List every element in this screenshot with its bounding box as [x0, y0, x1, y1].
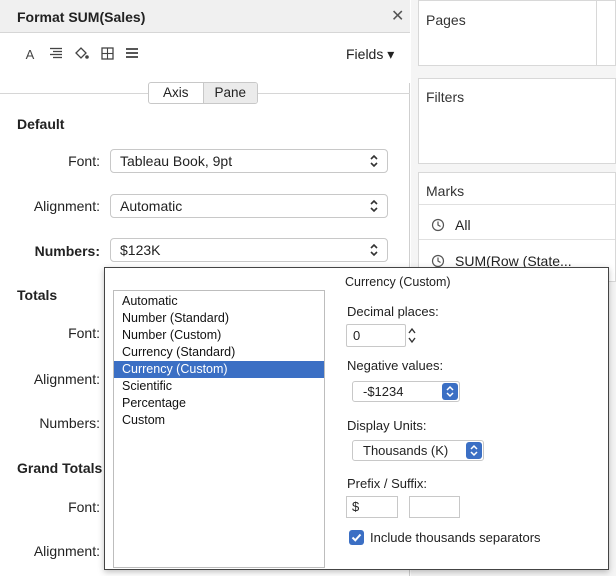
select-arrows-icon [370, 243, 378, 257]
filters-shelf-title: Filters [426, 89, 465, 105]
default-font-label: Font: [68, 153, 100, 169]
marks-divider [419, 239, 615, 240]
shading-format-icon[interactable] [73, 47, 89, 63]
grand-totals-font-label: Font: [68, 499, 100, 515]
decimal-stepper-icon[interactable] [406, 324, 418, 347]
format-option-scientific[interactable]: Scientific [114, 378, 324, 395]
marks-card-title: Marks [426, 183, 465, 199]
negative-values-label: Negative values: [347, 358, 444, 373]
decimal-places-input[interactable]: 0 [346, 324, 406, 347]
prefix-input[interactable]: $ [346, 496, 398, 518]
default-alignment-select[interactable]: Automatic [110, 194, 388, 218]
close-icon[interactable]: ✕ [391, 6, 404, 26]
lines-format-icon[interactable] [124, 47, 140, 62]
display-units-value: Thousands (K) [363, 443, 449, 458]
grand-totals-alignment-label: Alignment: [33, 543, 100, 559]
tab-axis[interactable]: Axis [149, 83, 203, 103]
display-units-label: Display Units: [347, 418, 427, 433]
section-default-heading: Default [17, 116, 65, 132]
filters-shelf[interactable]: Filters [418, 78, 616, 164]
suffix-input[interactable] [409, 496, 460, 518]
columns-shelf-edge [596, 0, 616, 66]
tab-pane[interactable]: Pane [202, 83, 257, 103]
format-option-currency-custom[interactable]: Currency (Custom) [114, 361, 324, 378]
marks-all-label: All [455, 217, 471, 233]
marks-divider [419, 204, 615, 205]
alignment-format-icon[interactable] [48, 47, 64, 62]
format-option-automatic[interactable]: Automatic [114, 293, 324, 310]
default-alignment-value: Automatic [120, 198, 183, 214]
negative-values-value: -$1234 [363, 384, 404, 399]
marks-all-row[interactable]: All [431, 217, 471, 233]
axis-pane-tabs: Axis Pane [148, 82, 258, 104]
format-option-number-custom[interactable]: Number (Custom) [114, 327, 324, 344]
default-numbers-select[interactable]: $123K [110, 238, 388, 262]
clock-icon [431, 218, 445, 232]
decimal-places-label: Decimal places: [347, 304, 439, 319]
select-arrows-icon [370, 199, 378, 213]
format-option-custom[interactable]: Custom [114, 412, 324, 429]
format-option-currency-standard[interactable]: Currency (Standard) [114, 344, 324, 361]
section-grand-totals-heading: Grand Totals [17, 460, 103, 476]
display-units-select[interactable]: Thousands (K) [352, 440, 484, 461]
checkmark-icon [351, 533, 362, 542]
thousands-separator-label: Include thousands separators [370, 530, 541, 545]
select-arrows-icon [370, 154, 378, 168]
format-option-percentage[interactable]: Percentage [114, 395, 324, 412]
section-totals-heading: Totals [17, 287, 58, 303]
default-numbers-label: Numbers: [34, 243, 100, 259]
totals-numbers-label: Numbers: [39, 415, 100, 431]
negative-values-select[interactable]: -$1234 [352, 381, 460, 402]
font-format-icon[interactable]: A [22, 47, 38, 62]
pane-title: Format SUM(Sales) [17, 9, 146, 25]
totals-font-label: Font: [68, 325, 100, 341]
pages-shelf-title: Pages [426, 12, 466, 28]
default-font-select[interactable]: Tableau Book, 9pt [110, 149, 388, 173]
default-alignment-label: Alignment: [33, 198, 100, 214]
select-arrows-icon [442, 383, 458, 400]
borders-format-icon[interactable] [99, 47, 115, 63]
marks-card: Marks All SUM(Row (State... [418, 172, 616, 282]
pages-shelf[interactable]: Pages [418, 0, 616, 66]
totals-alignment-label: Alignment: [33, 371, 100, 387]
select-arrows-icon [466, 442, 482, 459]
fields-dropdown[interactable]: Fields ▾ [346, 46, 394, 63]
format-option-number-standard[interactable]: Number (Standard) [114, 310, 324, 327]
default-font-value: Tableau Book, 9pt [120, 153, 233, 169]
popup-format-title: Currency (Custom) [345, 275, 451, 289]
default-numbers-value: $123K [120, 242, 161, 258]
thousands-separator-checkbox[interactable] [349, 530, 364, 545]
prefix-suffix-label: Prefix / Suffix: [347, 476, 427, 491]
clock-icon [431, 254, 445, 268]
